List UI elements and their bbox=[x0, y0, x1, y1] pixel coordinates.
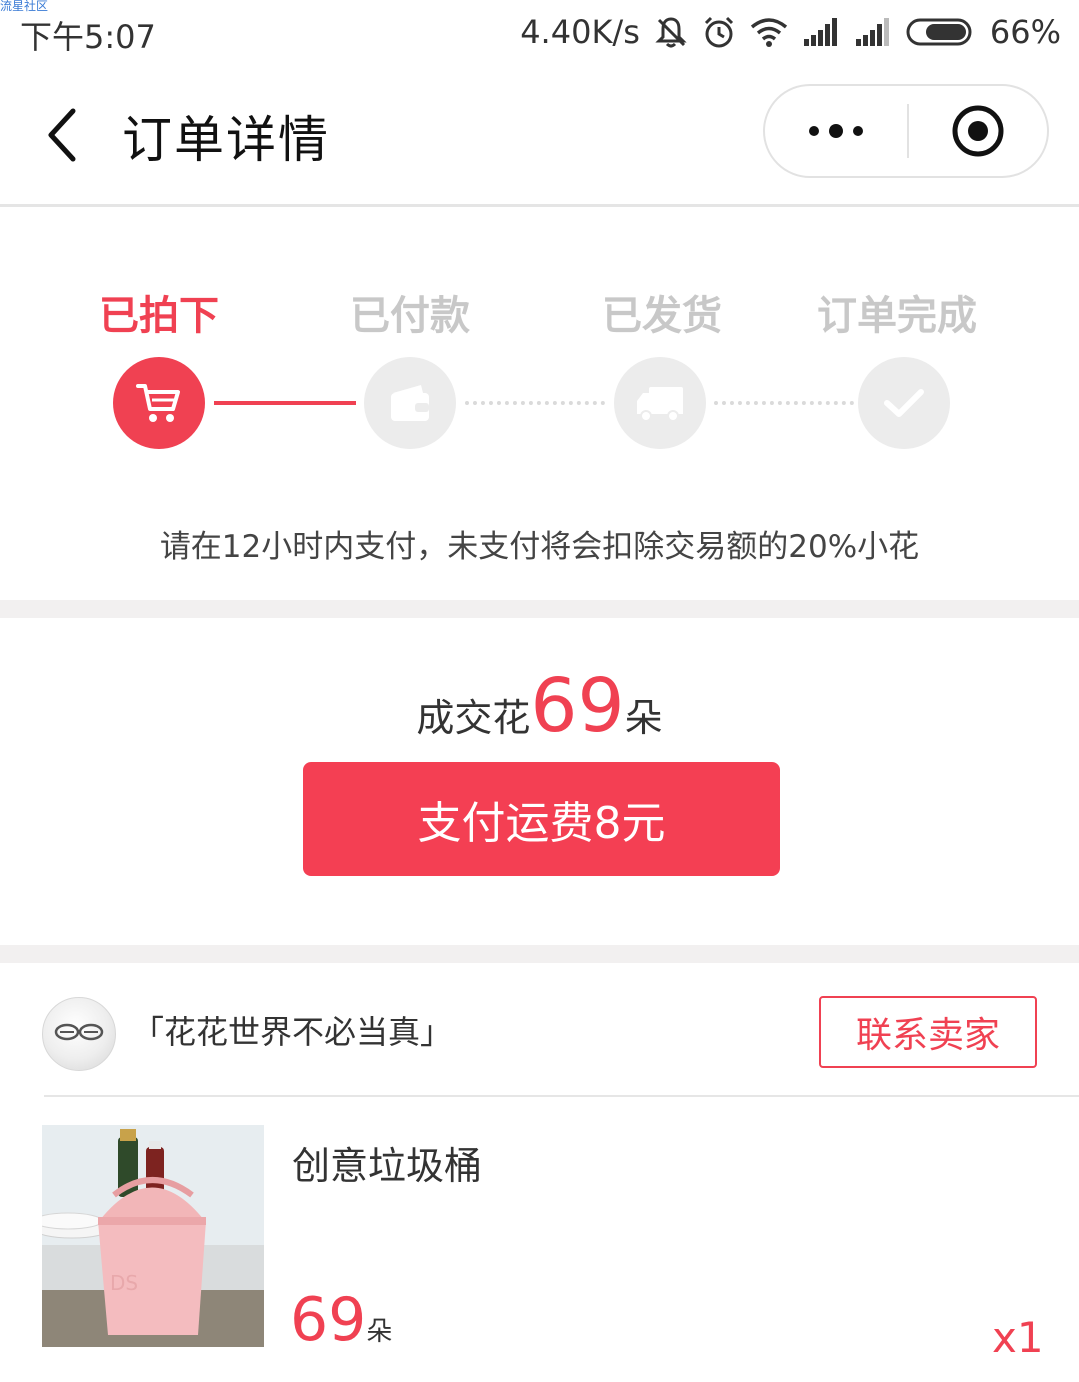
step-label-paid: 已付款 bbox=[350, 293, 470, 339]
deal-amount: 69 bbox=[530, 663, 625, 749]
step-label-ordered: 已拍下 bbox=[99, 293, 219, 339]
product-name: 创意垃圾桶 bbox=[292, 1144, 483, 1188]
step-label-completed: 订单完成 bbox=[817, 293, 977, 339]
progress-line-pending bbox=[465, 401, 605, 405]
trash-can-photo: DS bbox=[42, 1125, 264, 1347]
product-price: 69朵 bbox=[290, 1285, 392, 1367]
wallet-icon bbox=[391, 385, 429, 421]
step-completed bbox=[858, 357, 950, 449]
seller-section: 「花花世界不必当真」 联系卖家 DS 创意垃圾桶 69朵 x1 bbox=[0, 963, 1079, 1382]
back-button[interactable] bbox=[32, 100, 92, 170]
battery-level: 66% bbox=[989, 13, 1061, 51]
page-title: 订单详情 bbox=[122, 111, 330, 169]
wifi-icon bbox=[750, 16, 788, 48]
status-time: 下午5:07 bbox=[20, 18, 156, 56]
step-ordered bbox=[113, 357, 205, 449]
more-dots-icon bbox=[809, 124, 863, 138]
deal-unit: 朵 bbox=[624, 696, 663, 740]
nav-bar: 订单详情 bbox=[0, 62, 1079, 207]
signal-icon bbox=[802, 17, 840, 47]
deal-section: 成交花69朵 支付运费8元 bbox=[0, 618, 1079, 945]
payment-notice: 请在12小时内支付，未支付将会扣除交易额的20%小花 bbox=[159, 529, 920, 565]
mini-program-capsule bbox=[763, 84, 1049, 178]
status-icons: 4.40K/s 66% bbox=[520, 10, 1061, 54]
target-icon bbox=[952, 105, 1004, 157]
truck-icon bbox=[637, 387, 683, 422]
close-button[interactable] bbox=[909, 86, 1047, 176]
section-divider bbox=[0, 945, 1079, 963]
cart-icon bbox=[136, 384, 180, 422]
seller-name: 「花花世界不必当真」 bbox=[132, 1013, 453, 1051]
battery-icon bbox=[906, 17, 976, 47]
mute-icon bbox=[654, 15, 688, 49]
product-quantity: x1 bbox=[992, 1313, 1044, 1362]
progress-line-done bbox=[214, 401, 356, 405]
product-price-amount: 69 bbox=[290, 1285, 367, 1355]
section-divider bbox=[0, 600, 1079, 618]
chevron-left-icon bbox=[48, 108, 76, 162]
net-speed: 4.40K/s bbox=[520, 13, 640, 51]
avatar-face-icon bbox=[54, 1023, 104, 1041]
svg-text:DS: DS bbox=[110, 1271, 138, 1295]
deal-prefix: 成交花 bbox=[416, 696, 531, 740]
signal-icon bbox=[854, 17, 892, 47]
more-button[interactable] bbox=[765, 86, 907, 176]
status-bar: 下午5:07 4.40K/s 66% bbox=[0, 0, 1079, 62]
step-paid bbox=[364, 357, 456, 449]
product-price-unit: 朵 bbox=[366, 1317, 393, 1347]
contact-seller-button[interactable]: 联系卖家 bbox=[819, 996, 1037, 1068]
order-progress: 已拍下 已付款 已发货 订单完成 请在12小时内支付，未支付将会扣除交易额的20… bbox=[0, 207, 1079, 600]
step-label-shipped: 已发货 bbox=[602, 293, 722, 339]
check-icon bbox=[884, 389, 924, 417]
divider bbox=[44, 1095, 1079, 1097]
avatar[interactable] bbox=[42, 997, 116, 1071]
step-shipped bbox=[614, 357, 706, 449]
progress-line-pending bbox=[714, 401, 854, 405]
alarm-icon bbox=[702, 15, 736, 49]
product-image[interactable]: DS bbox=[42, 1125, 264, 1347]
deal-summary: 成交花69朵 bbox=[0, 666, 1079, 758]
pay-shipping-button[interactable]: 支付运费8元 bbox=[303, 762, 780, 876]
